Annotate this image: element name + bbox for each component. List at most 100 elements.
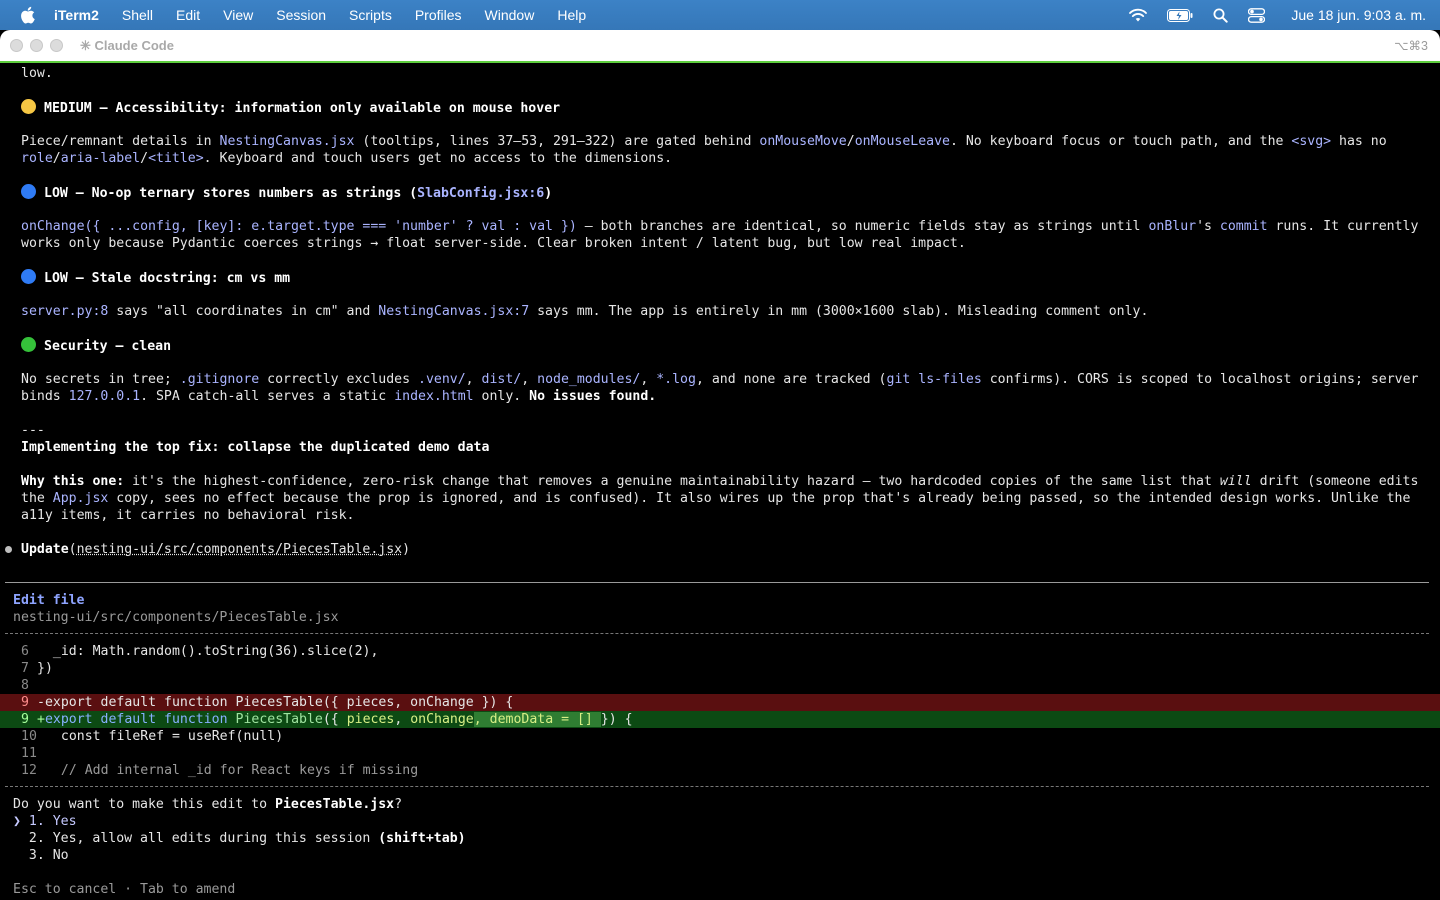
- text: binds: [21, 389, 69, 404]
- inline-code: App.jsx: [52, 491, 109, 506]
- option-yes[interactable]: ❯ 1. Yes: [13, 813, 77, 830]
- text: has no: [1331, 134, 1387, 149]
- text: copy, sees no effect because the prop is…: [108, 491, 1411, 506]
- finding-medium-text-1: Piece/remnant details in NestingCanvas.j…: [21, 133, 1387, 150]
- inline-code: NestingCanvas.jsx:7: [378, 304, 530, 319]
- blue-circle-icon: [21, 269, 36, 284]
- divider: [5, 633, 1429, 634]
- menu-app-iterm2[interactable]: iTerm2: [54, 7, 99, 23]
- text: — both branches are identical, so numeri…: [576, 219, 1149, 234]
- security-heading: Security — clean: [21, 337, 171, 355]
- menu-clock[interactable]: Jue 18 jun. 9:03 a. m.: [1291, 7, 1426, 23]
- inline-code: onMouseMove: [759, 134, 847, 149]
- zoom-window-button[interactable]: [50, 39, 63, 52]
- menu-window[interactable]: Window: [485, 7, 535, 23]
- inline-code: <title>: [148, 151, 204, 166]
- inline-code: index.html: [394, 389, 474, 404]
- text: runs. It currently: [1267, 219, 1419, 234]
- menu-edit[interactable]: Edit: [176, 7, 200, 23]
- text: ,: [640, 372, 657, 387]
- control-center-icon[interactable]: [1248, 7, 1266, 23]
- footer-hint: Esc to cancel · Tab to amend: [13, 882, 236, 897]
- inline-code: *.log: [656, 372, 696, 387]
- menu-view[interactable]: View: [223, 7, 253, 23]
- menu-profiles[interactable]: Profiles: [415, 7, 462, 23]
- text: confirms). CORS is scoped to localhost o…: [981, 372, 1419, 387]
- menu-shell[interactable]: Shell: [122, 7, 153, 23]
- line-number: 8: [21, 678, 29, 693]
- text-line: low.: [21, 66, 53, 81]
- text: (tooltips, lines 37–53, 291–322) are gat…: [354, 134, 760, 149]
- text: the: [21, 491, 53, 506]
- diff-line: 10 const fileRef = useRef(null): [0, 728, 1440, 745]
- window-title-bar: ✳ Claude Code ⌥⌘3: [0, 30, 1440, 63]
- menu-scripts[interactable]: Scripts: [349, 7, 392, 23]
- text: /: [846, 134, 855, 149]
- text: ): [544, 186, 553, 201]
- menu-help[interactable]: Help: [557, 7, 586, 23]
- inline-code: onMouseLeave: [854, 134, 950, 149]
- spotlight-search-icon[interactable]: [1213, 8, 1229, 23]
- finding-medium-text-2: role/aria-label/<title>. Keyboard and to…: [21, 150, 672, 167]
- text: ,: [394, 712, 411, 727]
- paren-close: ): [402, 542, 411, 557]
- identifier: onChange: [410, 712, 474, 727]
- security-text-1: No secrets in tree; .gitignore correctly…: [21, 371, 1418, 388]
- line-text: const fileRef = useRef(null): [45, 729, 284, 744]
- inline-code: git ls-files: [886, 372, 982, 387]
- diff-sign: +: [37, 712, 45, 727]
- option-yes-all-session[interactable]: 2. Yes, allow all edits during this sess…: [13, 830, 466, 847]
- inline-code: node_modules/: [537, 372, 641, 387]
- update-tool-call: Update(nesting-ui/src/components/PiecesT…: [21, 541, 410, 558]
- text: No secrets in tree;: [21, 372, 180, 387]
- diff-line-added: 9 +export default function PiecesTable({ …: [0, 711, 1440, 728]
- close-window-button[interactable]: [10, 39, 23, 52]
- inline-code: .gitignore: [179, 372, 260, 387]
- text: says mm. The app is entirely in mm (3000…: [529, 304, 1149, 319]
- heading-text: MEDIUM — Accessibility: information only…: [44, 101, 561, 116]
- shortcut-hint: (shift+tab): [378, 831, 466, 846]
- added-highlight: , demoData = []: [473, 712, 601, 727]
- finding-low1-text-2: works only because Pydantic coerces stri…: [21, 236, 966, 251]
- line-text: -export default function PiecesTable({ p…: [37, 695, 514, 710]
- inline-code: onChange({ ...config, [key]: e.target.ty…: [21, 219, 577, 234]
- finding-low2-heading: LOW — Stale docstring: cm vs mm: [21, 269, 290, 287]
- inline-code: onBlur: [1148, 219, 1197, 234]
- identifier: pieces: [346, 712, 395, 727]
- inline-code: role: [21, 151, 53, 166]
- text: /: [140, 151, 149, 166]
- inline-code: server.py:8: [21, 304, 109, 319]
- text: Do you want to make this edit to: [13, 797, 276, 812]
- keyword: export default: [44, 712, 165, 727]
- menu-session[interactable]: Session: [276, 7, 326, 23]
- battery-icon[interactable]: [1167, 8, 1193, 22]
- inline-code: SlabConfig.jsx:6: [417, 186, 545, 201]
- inline-code: NestingCanvas.jsx: [219, 134, 355, 149]
- line-number: 6: [21, 644, 29, 659]
- minimize-window-button[interactable]: [30, 39, 43, 52]
- why-text-1: Why this one: it's the highest-confidenc…: [21, 473, 1418, 490]
- text: it's the highest-confidence, zero-risk c…: [124, 474, 1220, 489]
- file-path-link[interactable]: nesting-ui/src/components/PiecesTable.js…: [77, 542, 403, 557]
- inline-code: .venv/: [418, 372, 466, 387]
- security-text-2: binds 127.0.0.1. SPA catch-all serves a …: [21, 388, 656, 405]
- text: }) {: [600, 712, 633, 727]
- line-number: 7: [21, 661, 29, 676]
- text: 's: [1196, 219, 1220, 234]
- apple-menu-icon[interactable]: [14, 0, 40, 30]
- status-area: Jue 18 jun. 9:03 a. m.: [1129, 7, 1426, 23]
- horizontal-rule-text: ---: [21, 423, 45, 438]
- option-no[interactable]: 3. No: [13, 847, 69, 864]
- diff-line-removed: 9 -export default function PiecesTable({ …: [0, 694, 1440, 711]
- terminal-content[interactable]: low. MEDIUM — Accessibility: information…: [0, 63, 1440, 900]
- menu-bar: iTerm2 Shell Edit View Session Scripts P…: [0, 0, 1440, 30]
- line-text: +export default function PiecesTable({ p…: [37, 711, 633, 728]
- wifi-icon[interactable]: [1129, 8, 1148, 22]
- text: ,: [465, 372, 482, 387]
- bold-text: No issues found.: [529, 389, 657, 404]
- why-text-3: a11y items, it carries no behavioral ris…: [21, 508, 355, 523]
- line-number: 9: [21, 695, 29, 710]
- text: ,: [521, 372, 538, 387]
- green-circle-icon: [21, 337, 36, 352]
- text: . No keyboard focus or touch path, and t…: [949, 134, 1292, 149]
